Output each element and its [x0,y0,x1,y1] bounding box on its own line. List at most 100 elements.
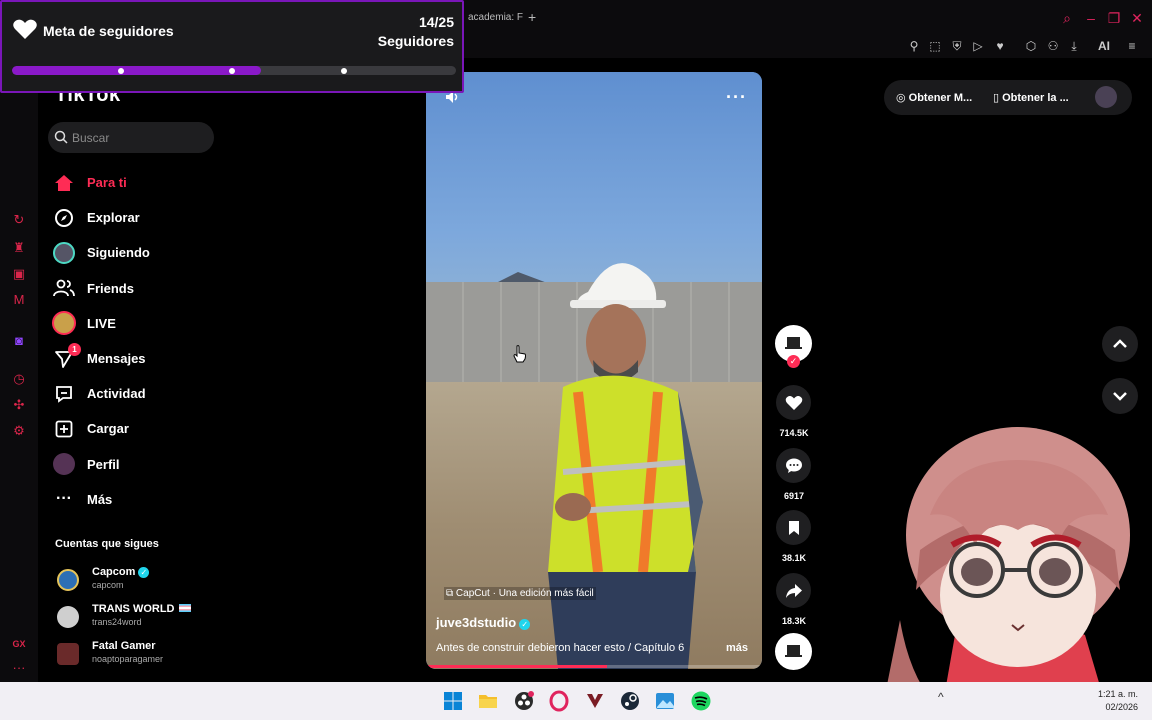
steam-icon[interactable] [619,690,641,712]
following-account-capcom[interactable]: Capcom ✓ capcom [55,566,225,598]
settings-icon[interactable]: ⚙ [11,423,27,439]
minimize-button[interactable]: – [1082,9,1100,27]
browser-sidebar: ↻ ♜ ▣ M ◙ ◷ ✣ ⚙ GX ··· [0,0,38,682]
spotify-icon[interactable] [690,690,712,712]
system-clock[interactable]: 1:21 a. m. 02/2026 [1098,688,1138,714]
nav-label: Explorar [87,210,140,226]
nav-item-friends[interactable]: Friends [51,271,221,306]
refresh-icon[interactable]: ↻ [11,212,27,228]
account-name: TRANS WORLD [92,603,191,615]
bag-icon[interactable]: ♜ [11,240,27,256]
share-button[interactable] [776,573,811,608]
video-description: Antes de construir debieron hacer esto /… [436,642,685,654]
video-author[interactable]: juve3dstudio ✓ [436,615,531,630]
nav-label: Friends [87,280,134,296]
capcut-label[interactable]: ⧉ CapCut · Una edición más fácil [444,587,596,600]
nav-item-siguiendo[interactable]: Siguiendo [51,235,221,270]
nav-item-mensajes[interactable]: 1 Mensajes [51,341,221,376]
following-account-trans-world[interactable]: TRANS WORLD trans24word [55,603,225,635]
goal-milestone-dot [229,68,235,74]
clock-date: 02/2026 [1105,702,1139,712]
trans-flag-icon [178,604,191,612]
nav-item-para-ti[interactable]: Para ti [51,165,221,200]
save-button[interactable] [776,510,811,545]
extensions-icon[interactable]: ✣ [11,397,27,413]
following-avatar-icon [51,240,77,266]
goal-count: 14/25 [418,14,454,30]
like-count: 714.5K [779,428,809,438]
menu-icon[interactable]: ≡ [1123,37,1141,55]
pin-icon[interactable]: ⚲ [905,37,923,55]
rail-more-icon[interactable]: ··· [11,660,27,676]
following-account-fatal-gamer[interactable]: Fatal Gamer noaptoparagamer [55,640,225,672]
user-avatar[interactable] [1095,86,1117,108]
chat-icon[interactable]: ▣ [11,266,27,282]
video-options-icon[interactable]: ··· [726,88,747,106]
nav-item-actividad[interactable]: Actividad [51,376,221,411]
goal-milestone-dot [341,68,347,74]
messages-badge: 1 [68,342,81,356]
clock-time: 1:21 a. m. [1098,689,1139,699]
account-handle: trans24word [92,617,142,627]
goal-progress-fill [12,66,261,75]
shield-icon[interactable]: ⛨ [948,37,966,55]
nav-label: Para ti [87,175,127,191]
gx-icon[interactable]: GX [11,636,27,652]
live-avatar [52,311,76,336]
search-tabs-icon[interactable]: ⌕ [1058,9,1076,27]
hand-cursor-icon [513,345,526,363]
file-explorer-icon[interactable] [477,690,499,712]
tray-expand-icon[interactable]: ^ [938,690,944,704]
history-icon[interactable]: ◷ [11,371,27,387]
next-video-button[interactable] [1102,378,1138,414]
avatar [57,643,79,665]
previous-video-button[interactable] [1102,326,1138,362]
video-more-link[interactable]: más [726,642,748,654]
nav-item-perfil[interactable]: Perfil [51,447,221,482]
follow-plus-icon[interactable]: ✓ [787,355,800,368]
ai-button[interactable]: AI [1091,37,1117,55]
photos-icon[interactable] [654,690,676,712]
mail-icon[interactable]: M [11,292,27,308]
search-input[interactable] [72,122,202,153]
twitch-icon[interactable]: ◙ [11,333,27,349]
vtuber-app-icon[interactable] [584,690,606,712]
close-window-button[interactable]: ✕ [1128,9,1146,27]
ai-label: AI [1098,39,1110,53]
video-player[interactable] [426,72,762,669]
like-button[interactable] [776,385,811,420]
following-accounts-heading: Cuentas que sigues [55,538,159,550]
download-icon[interactable]: ⤓ [1065,37,1083,55]
comment-button[interactable] [776,448,811,483]
extension-icon[interactable]: ⬡ [1022,37,1040,55]
account-icon[interactable]: ⚇ [1044,37,1062,55]
windows-start-icon[interactable] [442,690,464,712]
chevron-down-icon [1113,392,1127,401]
heart-icon[interactable]: ♥ [991,37,1009,55]
obs-icon[interactable] [513,690,535,712]
video-progress-track[interactable] [426,665,762,668]
snapshot-icon[interactable]: ⬚ [926,37,944,55]
new-tab-button[interactable]: + [528,9,536,25]
nav-item-explorar[interactable]: Explorar [51,200,221,235]
live-avatar-icon [51,310,77,336]
get-coins-button[interactable]: ◎ Obtener M... [896,91,972,104]
opera-gx-icon[interactable] [548,690,570,712]
main-nav: Para ti Explorar Siguiendo Friends LIVE [51,165,221,517]
nav-item-live[interactable]: LIVE [51,306,221,341]
play-icon[interactable]: ▷ [969,37,987,55]
account-name: Capcom ✓ [92,566,150,578]
share-count: 18.3K [781,616,807,626]
restore-button[interactable]: ❐ [1105,9,1123,27]
get-app-button[interactable]: ▯ Obtener la ... [993,91,1069,104]
chevron-up-icon [1113,339,1127,348]
nav-item-cargar[interactable]: Cargar [51,411,221,446]
comment-icon [785,458,802,473]
more-dots-icon: ··· [56,490,72,508]
nav-item-mas[interactable]: ··· Más [51,482,221,517]
music-disc[interactable] [775,633,812,670]
nav-label: Mensajes [87,351,146,367]
nav-label: LIVE [87,315,116,331]
search-box[interactable] [48,122,214,153]
tab-title[interactable]: academia: F [468,12,523,23]
